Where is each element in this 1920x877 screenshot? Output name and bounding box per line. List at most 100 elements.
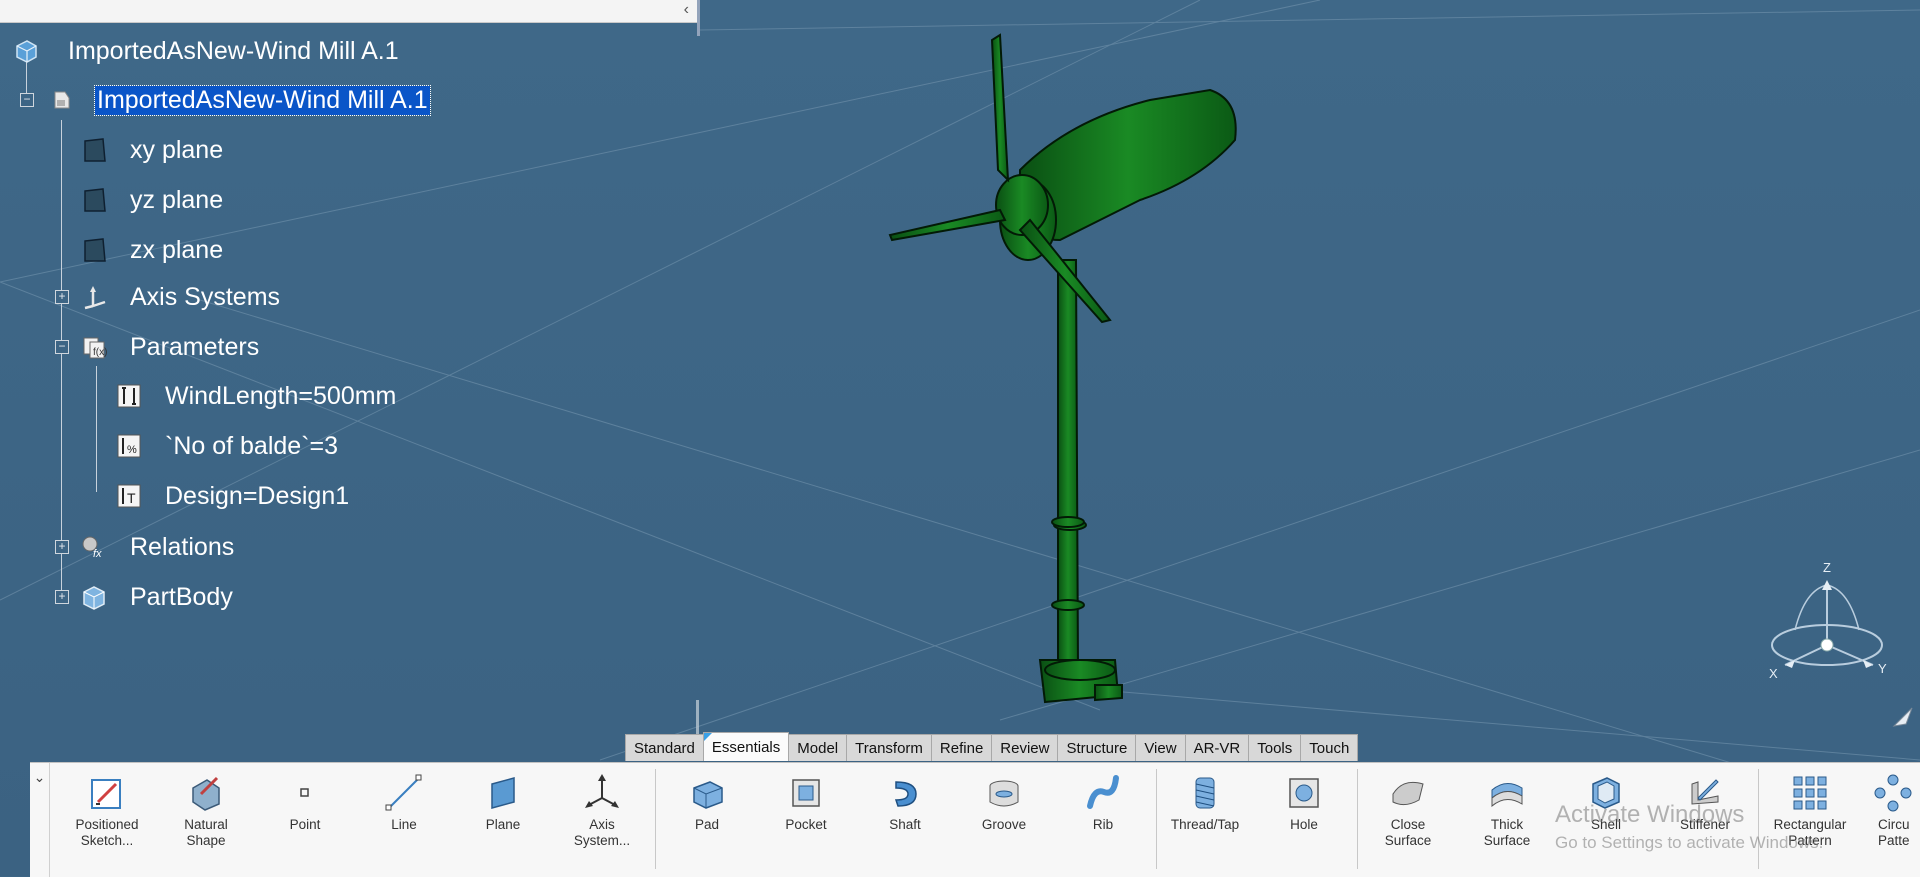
- tab-touch[interactable]: Touch: [1300, 734, 1359, 761]
- tab-standard[interactable]: Standard: [625, 734, 704, 761]
- windows-activation-watermark: Activate Windows Go to Settings to activ…: [1555, 801, 1823, 853]
- hole-button[interactable]: Hole: [1259, 773, 1349, 833]
- tree-item-parameter[interactable]: T Design=Design1: [115, 476, 349, 516]
- collapse-part-toggle[interactable]: −: [20, 93, 34, 107]
- tab-structure[interactable]: Structure: [1057, 734, 1137, 761]
- close-surface-icon: [1387, 773, 1429, 813]
- integer-parameter-icon: %: [115, 432, 143, 460]
- tab-transform[interactable]: Transform: [846, 734, 932, 761]
- tab-essentials[interactable]: Essentials: [702, 732, 790, 761]
- point-button[interactable]: Point: [260, 773, 350, 833]
- parameters-icon: f(x): [80, 333, 108, 361]
- pocket-button[interactable]: Pocket: [761, 773, 851, 833]
- compass-x-label: X: [1769, 666, 1778, 680]
- length-parameter-icon: [115, 382, 143, 410]
- tree-item-parameters[interactable]: f(x) Parameters: [80, 327, 259, 367]
- tree-item-zx-plane[interactable]: zx plane: [80, 230, 223, 270]
- panel-splitter-handle[interactable]: [696, 700, 699, 734]
- axis-system-button[interactable]: Axis System...: [557, 773, 647, 849]
- svg-text:fx: fx: [93, 548, 102, 560]
- rib-icon: [1082, 773, 1124, 813]
- tree-item-relations[interactable]: fx Relations: [80, 527, 234, 567]
- tool-label: Pocket: [785, 817, 827, 832]
- expand-relations-toggle[interactable]: +: [55, 540, 69, 554]
- tab-ar-vr[interactable]: AR-VR: [1184, 734, 1250, 761]
- plane-icon: [80, 136, 108, 164]
- shaft-button[interactable]: Shaft: [860, 773, 950, 833]
- plane-icon: [80, 236, 108, 264]
- plane-icon: [482, 773, 524, 813]
- tree-splitter[interactable]: [697, 0, 700, 36]
- compass-z-label: Z: [1823, 560, 1831, 575]
- tool-label: Groove: [981, 817, 1027, 832]
- pad-button[interactable]: Pad: [662, 773, 752, 833]
- pocket-icon: [785, 773, 827, 813]
- line-button[interactable]: Line: [359, 773, 449, 833]
- thread-icon: [1184, 773, 1226, 813]
- thick-surface-button[interactable]: Thick Surface: [1462, 773, 1552, 849]
- tree-item-label: PartBody: [130, 582, 233, 611]
- tab-model[interactable]: Model: [788, 734, 848, 761]
- shaft-icon: [884, 773, 926, 813]
- tool-label: Natural Shape: [184, 817, 228, 848]
- tree-root-product[interactable]: ImportedAsNew-Wind Mill A.1: [12, 31, 399, 71]
- rib-button[interactable]: Rib: [1058, 773, 1148, 833]
- tab-view[interactable]: View: [1135, 734, 1186, 761]
- tool-label: Shaft: [889, 817, 921, 832]
- hole-icon: [1283, 773, 1325, 813]
- tree-item-label: xy plane: [130, 135, 224, 164]
- toolbar-separator: [1156, 769, 1157, 869]
- tree-part-node[interactable]: ImportedAsNew-Wind Mill A.1: [47, 80, 431, 120]
- tool-label: Plane: [485, 817, 521, 832]
- chevron-down-icon[interactable]: ⌄: [30, 763, 50, 877]
- tab-review[interactable]: Review: [991, 734, 1059, 761]
- tab-refine[interactable]: Refine: [930, 734, 993, 761]
- wind-turbine-model[interactable]: [880, 30, 1260, 720]
- positioned-sketch-button[interactable]: Positioned Sketch...: [62, 773, 152, 849]
- tool-label: Thread/Tap: [1170, 817, 1240, 832]
- thread-tap-button[interactable]: Thread/Tap: [1160, 773, 1250, 833]
- natural-shape-icon: [185, 773, 227, 813]
- plane-icon: [80, 186, 108, 214]
- sketch-icon: [86, 773, 128, 813]
- tool-label: Line: [391, 817, 417, 832]
- tree-connector: [96, 366, 97, 492]
- tree-connector: [61, 120, 62, 593]
- watermark-line-2: Go to Settings to activate Windows.: [1555, 833, 1824, 852]
- toolbar-separator: [655, 769, 656, 869]
- thick-surface-icon: [1486, 773, 1528, 813]
- tree-item-xy-plane[interactable]: xy plane: [80, 130, 223, 170]
- tree-item-label: zx plane: [130, 235, 224, 264]
- navigation-arrow-icon[interactable]: [1892, 706, 1914, 728]
- collapse-tree-icon[interactable]: ‹: [684, 1, 689, 19]
- tree-item-label: Design=Design1: [165, 481, 350, 510]
- plane-button[interactable]: Plane: [458, 773, 548, 833]
- tree-item-parameter[interactable]: WindLength=500mm: [115, 376, 396, 416]
- tree-item-axis-systems[interactable]: Axis Systems: [80, 277, 280, 317]
- expand-partbody-toggle[interactable]: +: [55, 590, 69, 604]
- action-bar-tabs: Standard Essentials Model Transform Refi…: [625, 732, 1359, 762]
- expand-axis-systems-toggle[interactable]: +: [55, 290, 69, 304]
- tool-label: Rib: [1092, 817, 1114, 832]
- tree-item-yz-plane[interactable]: yz plane: [80, 180, 223, 220]
- tool-label: Circu Patte: [1878, 817, 1910, 848]
- natural-shape-button[interactable]: Natural Shape: [161, 773, 251, 849]
- string-parameter-icon: T: [115, 482, 143, 510]
- collapse-parameters-toggle[interactable]: −: [55, 340, 69, 354]
- close-surface-button[interactable]: Close Surface: [1363, 773, 1453, 849]
- tree-root-label: ImportedAsNew-Wind Mill A.1: [68, 36, 399, 65]
- axis-system-icon: [581, 773, 623, 813]
- tree-item-label: WindLength=500mm: [165, 381, 397, 410]
- groove-button[interactable]: Groove: [959, 773, 1049, 833]
- svg-text:T: T: [127, 490, 136, 506]
- tree-item-partbody[interactable]: PartBody: [80, 577, 233, 617]
- svg-text:%: %: [127, 444, 137, 456]
- circular-pattern-button[interactable]: Circu Patte: [1864, 773, 1920, 849]
- relations-icon: fx: [80, 533, 108, 561]
- compass-widget[interactable]: Z X Y: [1765, 560, 1895, 680]
- tool-label: Hole: [1290, 817, 1318, 832]
- product-icon: [12, 37, 40, 65]
- tree-item-parameter[interactable]: % `No of balde`=3: [115, 426, 338, 466]
- tree-part-label[interactable]: ImportedAsNew-Wind Mill A.1: [94, 84, 431, 116]
- tab-tools[interactable]: Tools: [1248, 734, 1302, 761]
